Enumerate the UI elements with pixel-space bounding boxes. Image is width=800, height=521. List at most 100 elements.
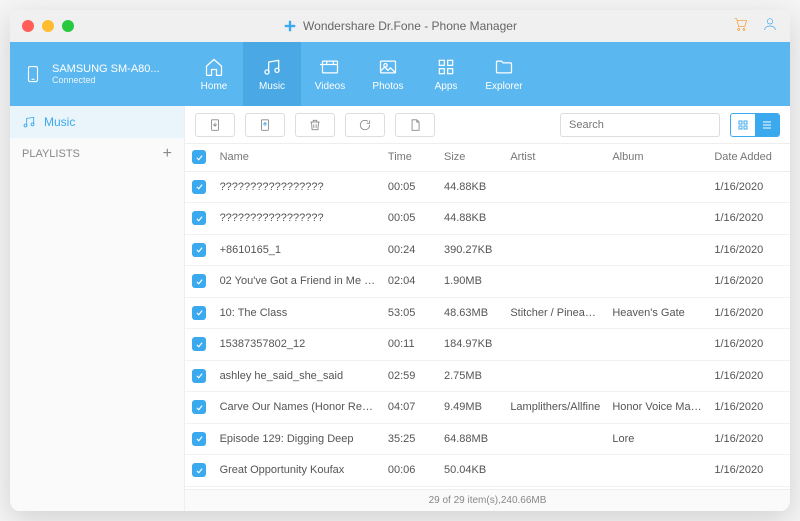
cell-size: 64.88MB bbox=[438, 423, 504, 455]
cell-size: 50.04KB bbox=[438, 455, 504, 487]
table-row[interactable]: ashley he_said_she_said02:592.75MB1/16/2… bbox=[185, 360, 790, 392]
toolbar bbox=[185, 106, 790, 144]
sidebar: Music PLAYLISTS + bbox=[10, 106, 185, 511]
cell-artist bbox=[504, 203, 606, 235]
col-check-header[interactable] bbox=[185, 144, 214, 171]
cell-size: 184.97KB bbox=[438, 329, 504, 361]
status-bar: 29 of 29 item(s),240.66MB bbox=[185, 489, 790, 511]
cell-artist bbox=[504, 329, 606, 361]
table-scroll[interactable]: Name Time Size Artist Album Date Added ?… bbox=[185, 144, 790, 489]
col-album-header[interactable]: Album bbox=[606, 144, 708, 171]
delete-button[interactable] bbox=[295, 113, 335, 137]
dedupe-button[interactable] bbox=[395, 113, 435, 137]
cell-date: 1/16/2020 bbox=[708, 360, 790, 392]
row-checkbox[interactable] bbox=[192, 337, 206, 351]
cell-time: 00:05 bbox=[382, 171, 438, 203]
cell-size: 1.90MB bbox=[438, 266, 504, 298]
phone-icon bbox=[24, 61, 42, 87]
table-row[interactable]: +8610165_100:24390.27KB1/16/2020 bbox=[185, 234, 790, 266]
cell-album bbox=[606, 329, 708, 361]
refresh-button[interactable] bbox=[345, 113, 385, 137]
col-size-header[interactable]: Size bbox=[438, 144, 504, 171]
cell-album bbox=[606, 234, 708, 266]
grid-view-button[interactable] bbox=[731, 114, 755, 136]
minimize-window-button[interactable] bbox=[42, 20, 54, 32]
cell-time: 00:05 bbox=[382, 203, 438, 235]
col-time-header[interactable]: Time bbox=[382, 144, 438, 171]
photos-icon bbox=[378, 57, 398, 77]
nav-videos[interactable]: Videos bbox=[301, 42, 359, 106]
table-row[interactable]: ?????????????????00:0544.88KB1/16/2020 bbox=[185, 171, 790, 203]
row-checkbox[interactable] bbox=[192, 274, 206, 288]
row-checkbox[interactable] bbox=[192, 463, 206, 477]
list-view-button[interactable] bbox=[755, 114, 779, 136]
table-row[interactable]: ?????????????????00:0544.88KB1/16/2020 bbox=[185, 203, 790, 235]
list-icon bbox=[761, 119, 773, 131]
import-button[interactable] bbox=[195, 113, 235, 137]
col-artist-header[interactable]: Artist bbox=[504, 144, 606, 171]
cell-date: 1/16/2020 bbox=[708, 455, 790, 487]
search-box[interactable] bbox=[560, 113, 720, 137]
table-row[interactable]: 02 You've Got a Friend in Me (From...02:… bbox=[185, 266, 790, 298]
cell-time: 00:06 bbox=[382, 455, 438, 487]
table-row[interactable]: 10: The Class53:0548.63MBStitcher / Pine… bbox=[185, 297, 790, 329]
row-checkbox[interactable] bbox=[192, 369, 206, 383]
zoom-window-button[interactable] bbox=[62, 20, 74, 32]
cell-artist bbox=[504, 455, 606, 487]
export-button[interactable] bbox=[245, 113, 285, 137]
row-checkbox[interactable] bbox=[192, 180, 206, 194]
music-table: Name Time Size Artist Album Date Added ?… bbox=[185, 144, 790, 489]
cell-date: 1/16/2020 bbox=[708, 423, 790, 455]
nav-explorer[interactable]: Explorer bbox=[475, 42, 533, 106]
cell-size: 8.32MB bbox=[438, 486, 504, 489]
nav-photos[interactable]: Photos bbox=[359, 42, 417, 106]
user-button[interactable] bbox=[762, 16, 778, 37]
add-playlist-button[interactable]: + bbox=[163, 145, 172, 163]
import-icon bbox=[208, 118, 222, 132]
nav-apps[interactable]: Apps bbox=[417, 42, 475, 106]
apps-icon bbox=[436, 57, 456, 77]
col-name-header[interactable]: Name bbox=[214, 144, 382, 171]
cell-time: 08:33 bbox=[382, 486, 438, 489]
col-date-header[interactable]: Date Added bbox=[708, 144, 790, 171]
cell-name: Episode 129: Digging Deep bbox=[214, 423, 382, 455]
nav-music[interactable]: Music bbox=[243, 42, 301, 106]
grid-icon bbox=[737, 119, 749, 131]
cell-date: 1/16/2020 bbox=[708, 297, 790, 329]
device-panel[interactable]: SAMSUNG SM-A80... Connected bbox=[10, 42, 185, 106]
cell-date: 1/16/2020 bbox=[708, 203, 790, 235]
nav-home[interactable]: Home bbox=[185, 42, 243, 106]
search-input[interactable] bbox=[569, 119, 711, 131]
table-row[interactable]: Episode 129: Digging Deep35:2564.88MBLor… bbox=[185, 423, 790, 455]
cell-date: 1/16/2020 bbox=[708, 266, 790, 298]
select-all-checkbox[interactable] bbox=[192, 150, 206, 164]
cell-album bbox=[606, 266, 708, 298]
sidebar-music-label: Music bbox=[44, 115, 75, 129]
content-area: Name Time Size Artist Album Date Added ?… bbox=[185, 106, 790, 511]
cell-album bbox=[606, 360, 708, 392]
cell-size: 48.63MB bbox=[438, 297, 504, 329]
row-checkbox[interactable] bbox=[192, 400, 206, 414]
cell-size: 2.75MB bbox=[438, 360, 504, 392]
cell-name: Great Opportunity Koufax bbox=[214, 455, 382, 487]
row-checkbox[interactable] bbox=[192, 211, 206, 225]
table-row[interactable]: LA Times Presents Detective Trapp...08:3… bbox=[185, 486, 790, 489]
nav-music-label: Music bbox=[259, 81, 285, 92]
window-title-text: Wondershare Dr.Fone - Phone Manager bbox=[303, 19, 517, 33]
device-name: SAMSUNG SM-A80... bbox=[52, 63, 160, 75]
table-row[interactable]: 15387357802_1200:11184.97KB1/16/2020 bbox=[185, 329, 790, 361]
cart-button[interactable] bbox=[732, 16, 748, 37]
cell-artist: Dirty John bbox=[504, 486, 606, 489]
table-row[interactable]: Carve Our Names (Honor Remixed)04:079.49… bbox=[185, 392, 790, 424]
row-checkbox[interactable] bbox=[192, 432, 206, 446]
music-icon bbox=[262, 57, 282, 77]
row-checkbox[interactable] bbox=[192, 306, 206, 320]
row-checkbox[interactable] bbox=[192, 243, 206, 257]
cell-size: 44.88KB bbox=[438, 203, 504, 235]
sidebar-music[interactable]: Music bbox=[10, 106, 184, 138]
close-window-button[interactable] bbox=[22, 20, 34, 32]
cell-artist bbox=[504, 234, 606, 266]
table-row[interactable]: Great Opportunity Koufax00:0650.04KB 1/16… bbox=[185, 455, 790, 487]
view-toggle bbox=[730, 113, 780, 137]
cell-album bbox=[606, 171, 708, 203]
